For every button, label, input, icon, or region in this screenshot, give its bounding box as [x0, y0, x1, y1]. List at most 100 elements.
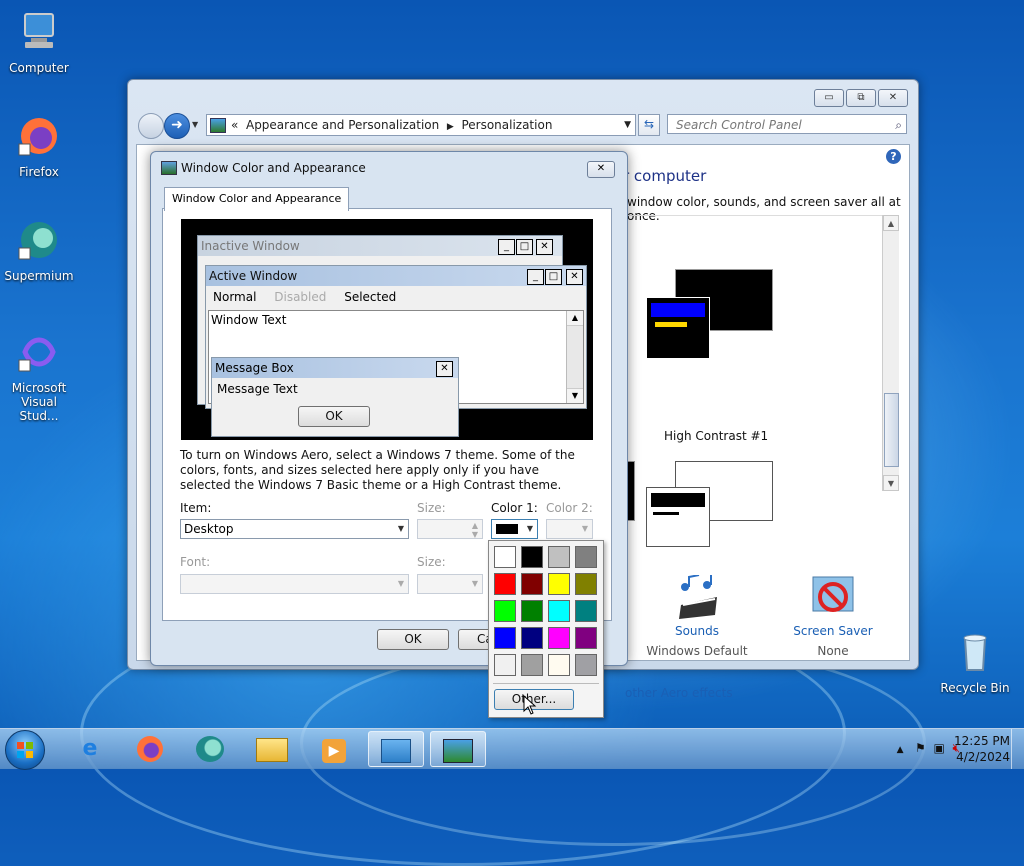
address-dropdown-icon[interactable]: ▼ [624, 115, 631, 135]
color-swatch[interactable] [494, 600, 516, 622]
size-stepper[interactable]: ▲ ▼ [417, 519, 483, 539]
chevron-down-icon[interactable]: ▼ [398, 575, 404, 593]
preview-message-box[interactable]: Message Box ✕ Message Text OK [211, 357, 459, 437]
taskbar-media-player[interactable]: ▶ [306, 731, 362, 767]
color-swatch[interactable] [494, 546, 516, 568]
search-input[interactable]: Search Control Panel ⌕ [667, 114, 907, 134]
color-swatch[interactable] [548, 600, 570, 622]
breadcrumb-prefix[interactable]: « [231, 118, 238, 132]
preview-scrollbar[interactable]: ▲ ▼ [566, 311, 583, 403]
close-button[interactable]: ✕ [878, 89, 908, 107]
help-icon[interactable]: ? [886, 149, 901, 164]
back-button[interactable] [138, 113, 164, 139]
internet-explorer-icon: e [82, 736, 98, 761]
font-select[interactable]: ▼ [180, 574, 409, 594]
theme-label-high-contrast-1[interactable]: High Contrast #1 [664, 429, 768, 443]
taskbar-explorer[interactable] [244, 731, 300, 767]
chevron-down-icon[interactable]: ▼ [472, 575, 478, 593]
color-swatch[interactable] [494, 654, 516, 676]
folder-icon [256, 738, 288, 762]
color-picker-popup[interactable]: Other... [488, 540, 604, 718]
breadcrumb-separator-icon[interactable]: ▶ [447, 122, 454, 132]
forward-button[interactable]: ➜ [164, 113, 190, 139]
search-icon[interactable]: ⌕ [895, 115, 902, 135]
color-swatch[interactable] [521, 546, 543, 568]
show-hidden-icons-icon[interactable]: ▲ [897, 745, 904, 755]
color-swatch[interactable] [494, 573, 516, 595]
item-select[interactable]: Desktop ▼ [180, 519, 409, 539]
scroll-thumb[interactable] [884, 393, 899, 467]
desktop-icon-firefox[interactable]: Firefox [2, 114, 76, 179]
tab-window-color[interactable]: Window Color and Appearance [164, 187, 350, 211]
color1-label: Color 1: [491, 501, 538, 515]
preview-menu-normal[interactable]: Normal [213, 290, 256, 304]
scroll-up-icon[interactable]: ▲ [567, 311, 583, 326]
chevron-down-icon[interactable]: ▼ [398, 520, 404, 538]
desktop-icon-visual-studio[interactable]: Microsoft Visual Stud... [2, 330, 76, 423]
address-bar[interactable]: « Appearance and Personalization ▶ Perso… [206, 114, 636, 136]
color-swatch[interactable] [575, 627, 597, 649]
color-swatch[interactable] [575, 573, 597, 595]
recent-pages-dropdown-icon[interactable]: ▼ [192, 120, 198, 129]
preview-ok-button[interactable]: OK [298, 406, 370, 427]
appearance-preview[interactable]: Inactive Window _ □ ✕ Active Window _ □ … [181, 219, 593, 440]
color-swatch[interactable] [575, 546, 597, 568]
start-button[interactable] [5, 730, 45, 770]
scroll-down-icon[interactable]: ▼ [883, 475, 899, 491]
screen-saver-title[interactable]: Screen Saver [773, 624, 893, 638]
color-swatch[interactable] [521, 600, 543, 622]
sounds-title[interactable]: Sounds [637, 624, 757, 638]
action-center-flag-icon[interactable]: ⚑ [915, 741, 926, 755]
color-swatch[interactable] [521, 627, 543, 649]
color-swatch[interactable] [521, 573, 543, 595]
font-size-select[interactable]: ▼ [417, 574, 483, 594]
color2-button[interactable]: ▼ [546, 519, 593, 539]
taskbar-clock[interactable]: 12:25 PM 4/2/2024 [930, 733, 1010, 765]
restore-button[interactable]: ⧉ [846, 89, 876, 107]
preview-menu-selected[interactable]: Selected [344, 290, 396, 304]
scroll-down-icon[interactable]: ▼ [567, 388, 583, 403]
popup-divider [493, 683, 599, 684]
stepper-arrows-icon[interactable]: ▲ ▼ [472, 521, 478, 539]
ok-button[interactable]: OK [377, 629, 449, 650]
desktop-icon-recycle-bin[interactable]: Recycle Bin [938, 630, 1012, 695]
desktop-icon-computer[interactable]: Computer [2, 10, 76, 75]
breadcrumb-personalization[interactable]: Personalization [461, 118, 552, 132]
supermium-icon [18, 222, 57, 260]
sounds-link[interactable]: Sounds Windows Default [637, 574, 757, 658]
firefox-icon [137, 736, 163, 762]
taskbar-control-panel[interactable] [368, 731, 424, 767]
aero-effects-link[interactable]: other Aero effects [625, 686, 733, 700]
taskbar-window-color[interactable] [430, 731, 486, 767]
theme-preview-white-window[interactable] [646, 487, 710, 547]
desktop-icon-supermium[interactable]: Supermium [2, 218, 76, 283]
themes-scrollbar[interactable]: ▲ ▼ [882, 215, 899, 491]
color1-button[interactable]: ▼ [491, 519, 538, 539]
color-swatch[interactable] [575, 654, 597, 676]
refresh-button[interactable]: ⇆ [638, 114, 660, 136]
color-swatch[interactable] [494, 627, 516, 649]
chevron-down-icon[interactable]: ▼ [527, 520, 533, 538]
show-desktop-button[interactable] [1011, 729, 1024, 769]
dialog-close-button[interactable]: ✕ [587, 161, 615, 178]
color-swatch[interactable] [548, 627, 570, 649]
color-swatch[interactable] [548, 546, 570, 568]
color-swatch[interactable] [575, 600, 597, 622]
dialog-title: Window Color and Appearance [181, 161, 366, 175]
minimize-button[interactable]: ▭ [814, 89, 844, 107]
scroll-up-icon[interactable]: ▲ [883, 215, 899, 231]
taskbar-ie[interactable]: e [62, 731, 118, 767]
color-swatch[interactable] [548, 654, 570, 676]
preview-menu-disabled[interactable]: Disabled [274, 290, 326, 304]
firefox-icon [18, 118, 57, 156]
control-panel-icon [210, 118, 226, 133]
preview-menu-bar: Normal Disabled Selected [206, 286, 586, 308]
theme-preview-window[interactable] [646, 297, 710, 359]
taskbar-firefox[interactable] [122, 731, 178, 767]
color-swatch[interactable] [521, 654, 543, 676]
color-swatch[interactable] [548, 573, 570, 595]
chevron-down-icon[interactable]: ▼ [582, 520, 588, 538]
breadcrumb-appearance[interactable]: Appearance and Personalization [246, 118, 439, 132]
taskbar-supermium[interactable] [182, 731, 238, 767]
screen-saver-link[interactable]: Screen Saver None [773, 575, 893, 658]
